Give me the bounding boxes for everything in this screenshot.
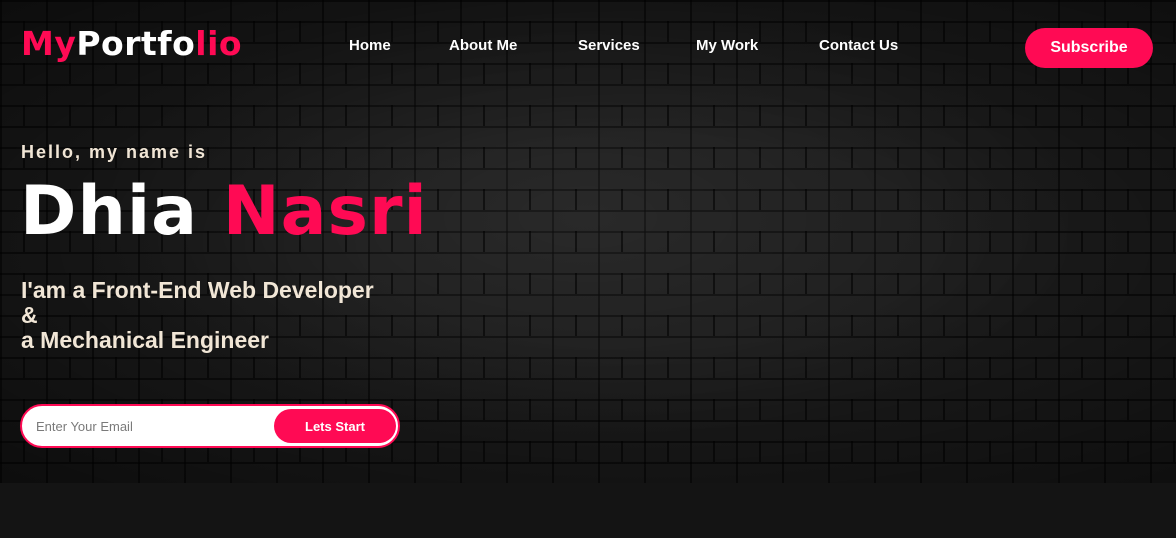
hero-greeting: Hello, my name is [21, 142, 208, 162]
nav-contact-us[interactable]: Contact Us [819, 37, 898, 54]
email-input[interactable] [36, 415, 266, 437]
hero-role-line-3: a Mechanical Engineer [21, 327, 269, 353]
hero-role-line-1: I'am a Front-End Web Developer [21, 277, 374, 303]
hero-first-name: Dhia [20, 172, 199, 251]
logo-part-my: My [21, 24, 77, 63]
nav-my-work[interactable]: My Work [696, 37, 758, 54]
logo-part-lio: lio [195, 24, 243, 63]
hero-role-line-2: & [21, 302, 38, 328]
lets-start-button[interactable]: Lets Start [274, 409, 396, 443]
nav-home[interactable]: Home [349, 37, 391, 54]
email-signup-form: Lets Start [20, 404, 400, 448]
site-logo[interactable]: MyPortfolio [21, 24, 242, 63]
logo-part-portfo: Portfo [76, 24, 196, 63]
hero-last-name: Nasri [222, 172, 428, 251]
subscribe-button[interactable]: Subscribe [1025, 28, 1153, 68]
nav-about-me[interactable]: About Me [449, 37, 517, 54]
lower-section [0, 483, 1176, 538]
nav-services[interactable]: Services [578, 37, 640, 54]
hero-name: Dhia Nasri [20, 172, 428, 251]
